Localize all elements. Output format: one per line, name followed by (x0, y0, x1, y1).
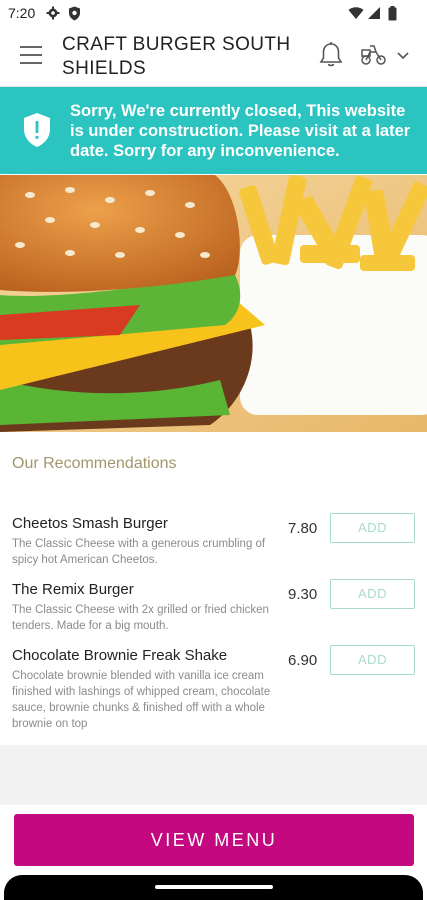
banner-message: Sorry, We're currently closed, This webs… (70, 102, 411, 160)
item-price: 9.30 (288, 586, 318, 603)
hero-image (0, 175, 427, 432)
shield-icon (69, 6, 80, 21)
signal-icon (368, 7, 380, 19)
scooter-icon[interactable] (360, 44, 388, 66)
bell-icon[interactable] (318, 41, 344, 69)
view-menu-button[interactable]: VIEW MENU (14, 814, 414, 866)
home-handle[interactable] (155, 885, 273, 889)
chevron-down-icon[interactable] (397, 52, 409, 60)
item-description: Chocolate brownie blended with vanilla i… (12, 670, 271, 730)
bottom-bar: VIEW MENU (0, 805, 427, 875)
gear-icon (46, 6, 60, 20)
add-button[interactable]: ADD (330, 645, 415, 675)
status-bar: 7:20 (0, 0, 427, 28)
item-name: Cheetos Smash Burger (12, 515, 168, 532)
app-header: CRAFT BURGER SOUTH SHIELDS (0, 28, 427, 87)
gesture-nav-bar (4, 875, 423, 900)
item-name: Chocolate Brownie Freak Shake (12, 647, 228, 664)
shield-alert-icon (24, 113, 50, 147)
item-price: 6.90 (288, 652, 318, 669)
item-name: The Remix Burger (12, 581, 134, 598)
add-button[interactable]: ADD (330, 513, 415, 543)
item-description: The Classic Cheese with 2x grilled or fr… (12, 604, 269, 632)
menu-icon[interactable] (20, 46, 42, 64)
recommendations-title: Our Recommendations (12, 455, 177, 472)
spacer (0, 745, 427, 805)
battery-icon (388, 6, 397, 21)
item-price: 7.80 (288, 520, 318, 537)
item-description: The Classic Cheese with a generous crumb… (12, 538, 266, 566)
closed-banner: Sorry, We're currently closed, This webs… (0, 87, 427, 174)
page-title: CRAFT BURGER SOUTH SHIELDS (62, 34, 291, 79)
status-time: 7:20 (8, 5, 36, 21)
add-button[interactable]: ADD (330, 579, 415, 609)
wifi-icon (348, 7, 364, 19)
